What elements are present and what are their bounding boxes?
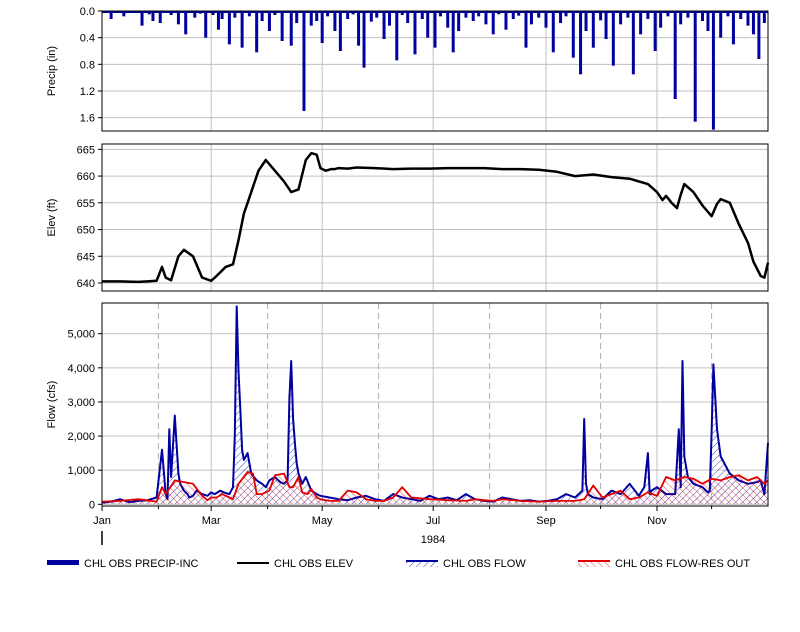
panel-1: 0.0 0.4 0.8 1.2 1.6 Precip (in) [46, 6, 769, 132]
y-tick-label: 650 [77, 225, 95, 237]
precip-bar [395, 11, 399, 61]
y-axis-label: Precip (in) [46, 46, 58, 96]
precip-bar [333, 11, 337, 31]
legend-swatch [47, 560, 79, 565]
y-tick-label: 0 [89, 499, 95, 511]
precip-bar [457, 11, 461, 31]
precip-bar [216, 11, 220, 30]
precip-bar [382, 11, 386, 39]
precip-bar [338, 11, 342, 51]
precip-bar [413, 11, 417, 55]
precip-bar [524, 11, 528, 48]
precip-bar [267, 11, 271, 31]
precip-bar [706, 11, 710, 31]
precip-bar [446, 11, 450, 28]
y-tick-label: 0.0 [80, 6, 95, 18]
precip-bar [302, 11, 306, 111]
precip-bar [584, 11, 588, 31]
y-tick-label: 4,000 [67, 363, 95, 375]
y-tick-label: 640 [77, 278, 95, 290]
x-tick-label: May [312, 515, 333, 527]
y-tick-label: 1.6 [80, 113, 95, 125]
panel-3: 0 1,000 2,000 3,000 4,000 5,000 Flow (cfs) [46, 302, 769, 511]
legend-label: CHL OBS FLOW [443, 558, 526, 570]
precip-bar [491, 11, 495, 35]
precip-bar [140, 11, 144, 26]
flow-area-hatch [102, 306, 768, 505]
chart-svg: 0.0 0.4 0.8 1.2 1.6 Precip (in) 640 645 650 655 66… [46, 6, 770, 570]
x-tick-label: Jul [426, 515, 440, 527]
precip-bar [227, 11, 231, 45]
panels-layer: 0.0 0.4 0.8 1.2 1.6 Precip (in) 640 645 650 655 66… [46, 6, 770, 511]
precip-bar [653, 11, 657, 51]
y-tick-label: 655 [77, 198, 95, 210]
elev-line [102, 151, 770, 284]
y-tick-label: 0.4 [80, 33, 95, 45]
legend-item: CHL OBS ELEV [237, 558, 354, 570]
chart-figure: 0.0 0.4 0.8 1.2 1.6 Precip (in) 640 645 650 655 66… [0, 0, 800, 627]
y-tick-label: 2,000 [67, 431, 95, 443]
legend-item: CHL OBS FLOW [406, 558, 526, 570]
precip-bar [751, 11, 755, 35]
precip-bar [631, 11, 635, 75]
precip-bar [659, 11, 663, 28]
precip-bar [693, 11, 697, 122]
y-tick-label: 3,000 [67, 397, 95, 409]
precip-bar [255, 11, 259, 53]
precip-bar [746, 11, 750, 26]
y-tick-label: 1,000 [67, 465, 95, 477]
precip-bar [571, 11, 575, 58]
y-tick-label: 645 [77, 251, 95, 263]
legend-item: CHL OBS FLOW-RES OUT [578, 558, 750, 570]
y-tick-label: 665 [77, 144, 95, 156]
y-tick-label: 660 [77, 171, 95, 183]
x-tick-label: Nov [647, 515, 667, 527]
precip-bar [280, 11, 284, 41]
precip-bar [289, 11, 293, 46]
precip-bar [433, 11, 437, 48]
x-tick-label: Mar [202, 515, 221, 527]
precip-bar [551, 11, 555, 53]
precip-bar [591, 11, 595, 48]
precip-bar [719, 11, 723, 38]
year-label: 1984 [421, 534, 445, 546]
x-tick-label: Sep [536, 515, 556, 527]
precip-bar [711, 11, 715, 130]
y-tick-label: 0.8 [80, 59, 95, 71]
precip-bar [579, 11, 583, 75]
precip-bar [604, 11, 608, 39]
y-axis-label: Elev (ft) [46, 199, 58, 237]
precip-bar [426, 11, 430, 38]
legend-label: CHL OBS ELEV [274, 558, 354, 570]
precip-bar [673, 11, 677, 99]
precip-bar [731, 11, 735, 45]
x-tick-label: Jan [93, 515, 111, 527]
precip-bar [362, 11, 366, 68]
y-axis-label: Flow (cfs) [46, 381, 58, 429]
precip-bar [184, 11, 188, 35]
precip-bar [309, 11, 313, 26]
precip-bar [388, 11, 392, 26]
panel-2: 640 645 650 655 660 665 Elev (ft) [46, 143, 770, 292]
flow-line [101, 305, 769, 504]
precip-bar [451, 11, 455, 53]
y-tick-label: 5,000 [67, 329, 95, 341]
panel-frame [101, 143, 769, 292]
precip-bar [639, 11, 643, 35]
legend-label: CHL OBS FLOW-RES OUT [615, 558, 750, 570]
precip-bar [320, 11, 324, 43]
precip-bar [204, 11, 208, 38]
precip-bar [757, 11, 761, 59]
precip-bar [357, 11, 361, 46]
precip-bar [504, 11, 508, 30]
precip-bar [544, 11, 548, 28]
precip-bar [611, 11, 615, 66]
precip-bar [240, 11, 244, 48]
legend-label: CHL OBS PRECIP-INC [84, 558, 199, 570]
x-axis: Jan Mar May Jul Sep Nov 1984 [93, 506, 713, 546]
y-tick-label: 1.2 [80, 86, 95, 98]
legend-item: CHL OBS PRECIP-INC [47, 558, 199, 570]
legend: CHL OBS PRECIP-INC CHL OBS ELEV CHL OBS FL… [47, 558, 750, 570]
